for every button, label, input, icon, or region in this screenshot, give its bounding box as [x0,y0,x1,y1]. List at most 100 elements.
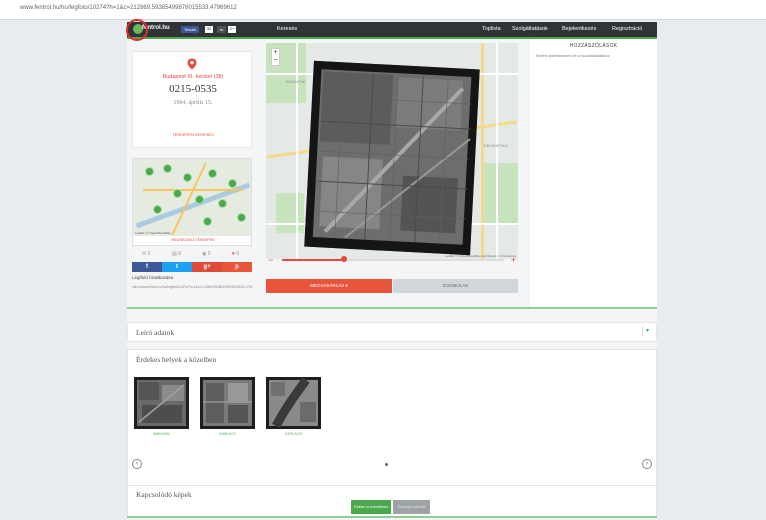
mini-map[interactable]: Leaflet | © OpenStreetMap MEGNÉZEM A TÉR… [132,158,252,246]
comment-count-value: 0 [147,251,151,257]
map-cluster-marker[interactable] [173,189,182,198]
tab-same-flight[interactable]: Ebben a menetben [351,500,391,514]
image-count: ▤ 8 [172,251,181,257]
map-park [276,193,304,233]
carousel-dot[interactable] [385,463,388,466]
carousel-prev-icon[interactable]: ‹ [132,459,142,469]
map-cluster-marker[interactable] [163,164,172,173]
tab-by-year[interactable]: Évszám szerint [393,500,430,514]
nearby-thumbnail-image [266,377,321,429]
zoom-out-button[interactable]: − [272,57,279,65]
comments-login-note: Kérem jelentkezzen be a hozzászóláshoz [536,53,610,58]
nav-link-toplist[interactable]: Toplista [482,26,501,32]
map-cluster-marker[interactable] [237,213,246,222]
aerial-photo-image [304,60,480,256]
comment-count: ✉ 0 [142,251,150,257]
comments-title: HOZZÁSZÓLÁSOK [569,43,618,49]
view-count-value: 5 [207,251,211,257]
aerial-photo[interactable] [304,60,480,256]
pinterest-share-icon[interactable]: p [222,262,252,272]
site-page: fentrol.hu Tetszik 32 m 2+ Keresés Topli… [127,22,657,520]
nearby-thumbnail[interactable] [266,377,321,429]
like-count: ♥ 0 [232,251,239,257]
nav-link-login[interactable]: Bejelentkezés [562,26,596,32]
image-count-value: 8 [178,251,181,257]
slider-decrease-icon[interactable]: − [268,254,273,266]
facebook-like-count: 32 [205,26,213,33]
top-navigation: fentrol.hu Tetszik 32 m 2+ Keresés Topli… [127,22,657,37]
carousel-next-icon[interactable]: › [642,459,652,469]
image-icon: ▤ [172,251,177,257]
browser-address-bar[interactable]: www.fentrol.hu/hu/fegfoto/10274?h=1&c=21… [0,0,766,20]
nearby-thumbnail-image [134,377,189,429]
nearby-thumbnail[interactable] [200,377,255,429]
map-cluster-marker[interactable] [203,217,212,226]
minimap-road [143,189,243,191]
opacity-slider[interactable]: − + [266,254,518,266]
bottom-divider [127,516,657,518]
slider-fill [282,259,345,261]
nav-search-link[interactable]: Keresés [277,26,297,32]
nav-link-services[interactable]: Szolgáltatások [512,26,548,32]
photo-location[interactable]: Budapest XI. kerület (38) [133,74,253,80]
map-street [296,43,298,259]
zoom-button[interactable]: ZOOMOLÁS [393,279,518,293]
map-cluster-marker[interactable] [208,169,217,178]
facebook-share-icon[interactable]: f [132,262,162,272]
chevron-down-icon[interactable]: ▾ [642,326,652,336]
location-pin-icon [187,58,197,70]
map-street [496,43,498,259]
like-count-value: 0 [236,251,240,257]
map-cluster-marker[interactable] [145,167,154,176]
map-park [481,163,518,223]
nearby-section-title: Érdekes helyek a közelben [136,355,217,364]
nearby-thumbnail-image [200,377,255,429]
browser-url[interactable]: www.fentrol.hu/hu/fegfoto/10274?h=1&c=21… [20,5,237,11]
slider-handle[interactable] [341,256,348,262]
view-icon: ◉ [202,251,207,257]
source-label: Légifotó hivatkozása [132,275,174,280]
highlight-circle [126,19,148,41]
googleplus-share-icon[interactable]: g+ [192,262,222,272]
facebook-share-count: 2+ [228,26,236,33]
purchase-button[interactable]: MEGVÁSÁRLÁS ▾ [266,279,392,293]
map-zoom-controls: + − [271,48,280,66]
description-section[interactable]: Leíró adatok ▾ [127,322,657,342]
photo-stats: ✉ 0 ▤ 8 ◉ 5 ♥ 0 [132,250,252,260]
comment-icon: ✉ [142,251,147,257]
photo-info-card: Budapest XI. kerület (38) 0215-0535 1964… [132,51,252,148]
minimap-attribution: Leaflet | © OpenStreetMap [135,231,171,235]
nearby-thumbnail-label[interactable]: 0476-0123 [266,432,321,436]
nearby-thumbnail-label[interactable]: 0689-0961 [134,432,189,436]
source-url[interactable]: http://www.fentrol.hu/hu/legifoto/10274?… [132,285,252,289]
map-main-road [481,43,484,259]
facebook-like-button[interactable]: Tetszik [181,26,200,33]
description-section-title[interactable]: Leíró adatok [136,328,174,337]
map-cluster-marker[interactable] [218,199,227,208]
nearby-thumbnail[interactable] [134,377,189,429]
map-place-label: BUDAFOK [286,79,306,84]
map-cluster-marker[interactable] [228,179,237,188]
show-on-map-link[interactable]: MEGNÉZEM A TÉRKÉPEN [133,236,251,245]
photo-info-column: Budapest XI. kerület (38) 0215-0535 1964… [132,43,254,311]
nav-link-register[interactable]: Regisztráció [612,26,642,32]
nearby-thumbnail-label[interactable]: 0465-0171 [200,432,255,436]
slider-increase-icon[interactable]: + [511,254,516,266]
related-section: Kapcsolódó képek [127,485,657,518]
map-cluster-marker[interactable] [153,205,162,214]
twitter-share-icon[interactable]: t [162,262,192,272]
view-count: ◉ 5 [202,251,211,257]
share-buttons: f t g+ p [132,262,252,272]
map-place-label: KELENFÖLD [484,143,508,148]
related-section-title: Kapcsolódó képek [136,490,192,499]
comments-panel: HOZZÁSZÓLÁSOK Kérem jelentkezzen be a ho… [530,39,657,307]
photo-date: 1964. április 15. [173,100,213,106]
facebook-share-button[interactable]: m [217,26,227,33]
map-cluster-marker[interactable] [183,173,192,182]
map-search-link[interactable]: TÉRKÉPEN KERESÉS [133,132,253,137]
photo-id: 0215-0535 [169,83,217,95]
zoom-in-button[interactable]: + [272,49,279,57]
map-cluster-marker[interactable] [195,195,204,204]
main-map[interactable]: BUDAFOK KELENFÖLD + − Leaflet | © OpenSt… [266,43,518,259]
heart-icon: ♥ [232,251,235,257]
